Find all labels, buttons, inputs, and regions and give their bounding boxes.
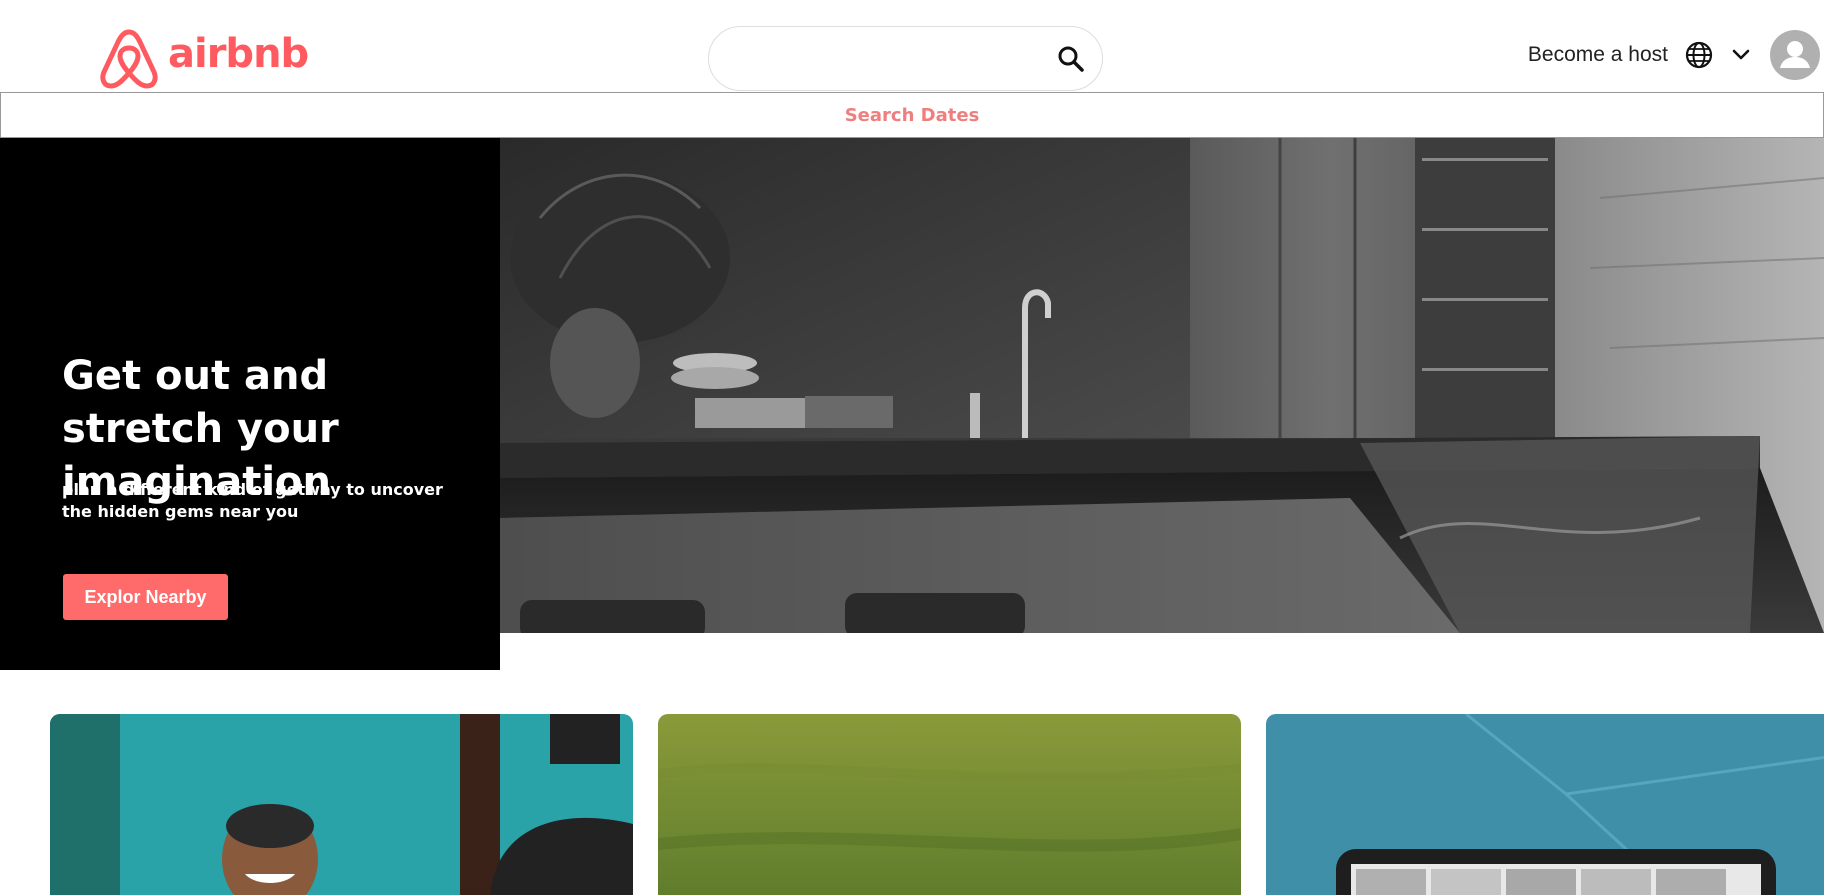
- airbnb-logo[interactable]: airbnb: [98, 26, 309, 90]
- experience-card-2[interactable]: [658, 714, 1241, 895]
- explore-nearby-button[interactable]: Explor Nearby: [63, 574, 228, 620]
- hero-panel: Get out and stretch your imagination pla…: [0, 138, 500, 670]
- search-bar: [708, 26, 1103, 91]
- globe-icon[interactable]: [1684, 40, 1714, 70]
- hero-subtitle: plan a different kind of getway to uncov…: [62, 480, 443, 521]
- search-icon[interactable]: [1056, 44, 1086, 74]
- card-3-image: [1266, 714, 1824, 895]
- logo-text: airbnb: [168, 31, 309, 77]
- chevron-down-icon[interactable]: [1730, 44, 1752, 66]
- user-avatar-icon[interactable]: [1770, 30, 1820, 80]
- experience-card-3[interactable]: [1266, 714, 1824, 895]
- become-host-link[interactable]: Become a host: [1528, 43, 1668, 67]
- card-2-image: [658, 714, 1241, 895]
- header: airbnb Become a host: [0, 0, 1824, 93]
- airbnb-logo-icon: [100, 29, 158, 89]
- card-1-image: [50, 714, 633, 895]
- header-actions: Become a host: [1528, 26, 1824, 84]
- search-input[interactable]: [733, 39, 1033, 79]
- search-dates-button[interactable]: Search Dates: [845, 105, 980, 126]
- experience-card-1[interactable]: [50, 714, 633, 895]
- search-dates-bar: Search Dates: [0, 92, 1824, 138]
- hero-image: [500, 138, 1824, 633]
